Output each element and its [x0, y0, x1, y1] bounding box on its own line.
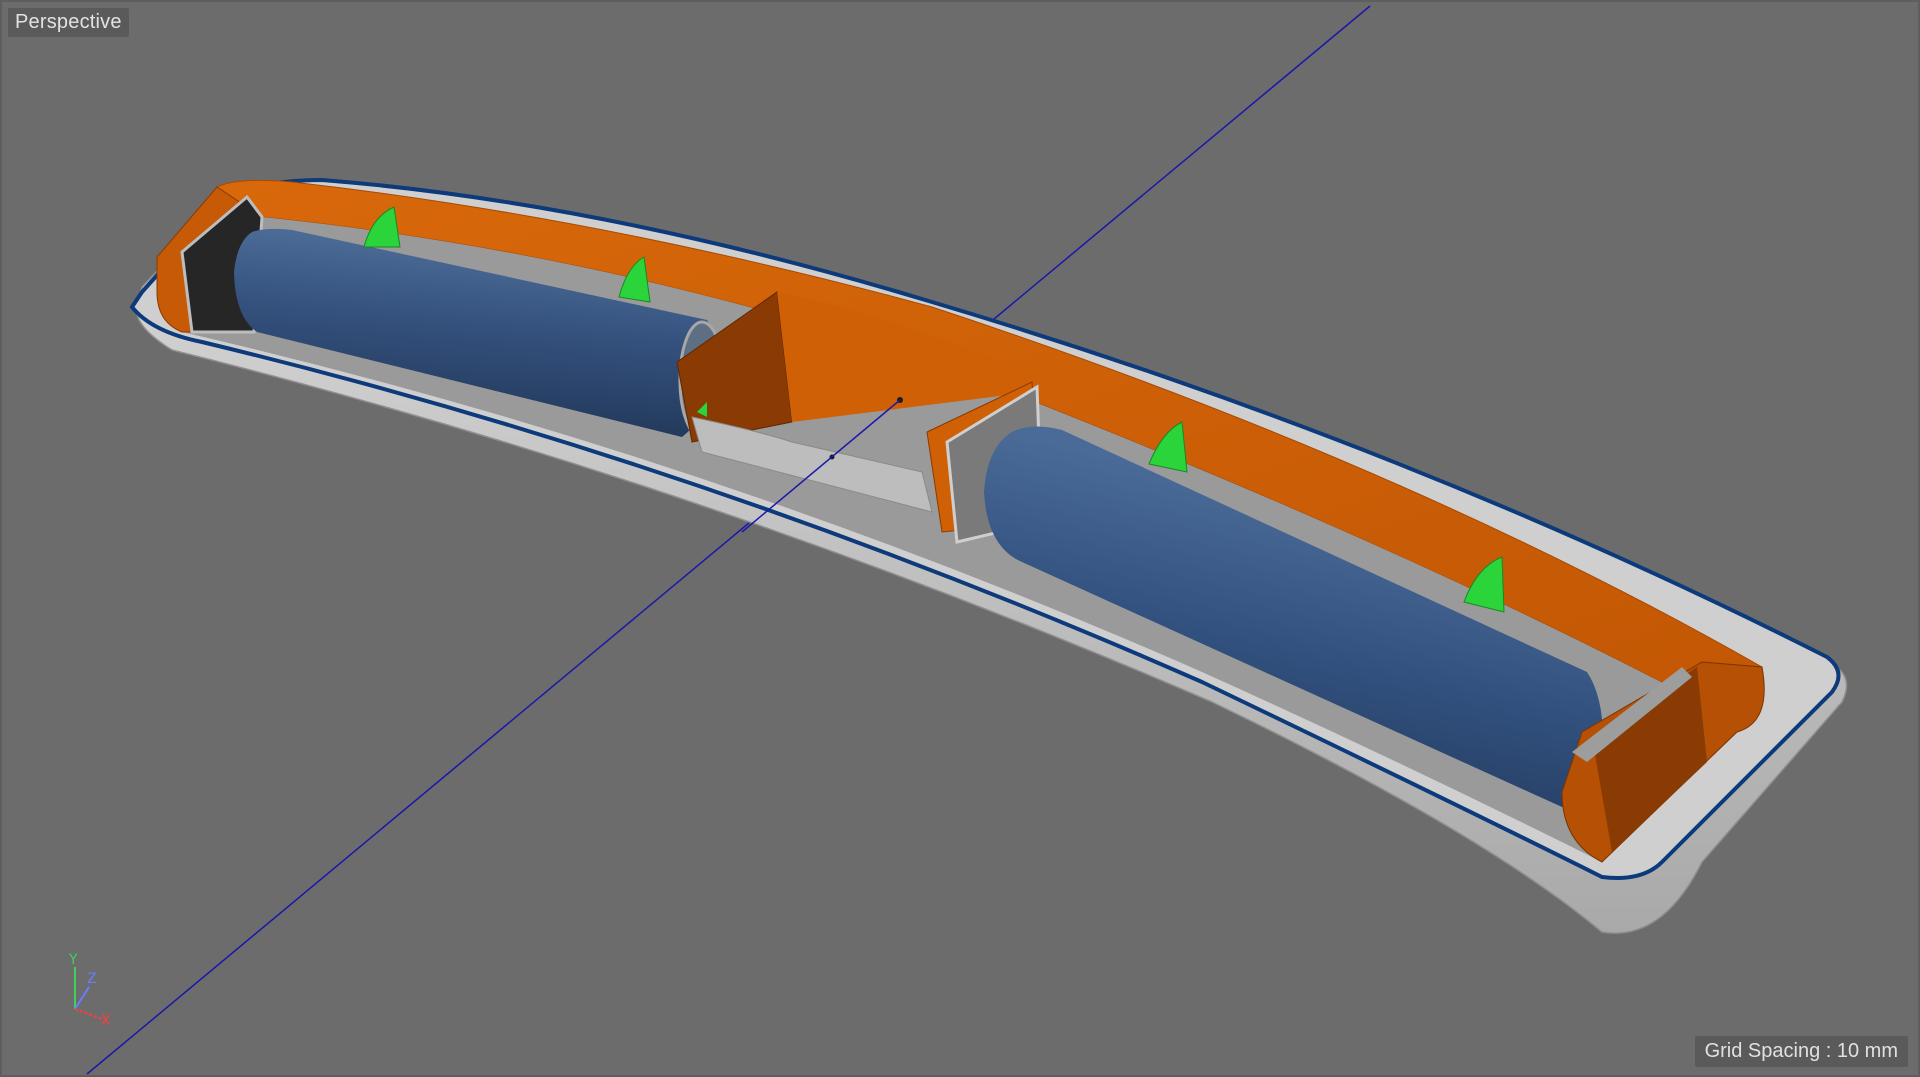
axis-triad-icon: Y Z X — [68, 952, 111, 1027]
view-name-label[interactable]: Perspective — [8, 8, 129, 37]
grid-spacing-label: Grid Spacing : 10 mm — [1694, 1036, 1908, 1067]
axis-x-line — [74, 1008, 103, 1020]
axis-z-line — [74, 986, 90, 1010]
3d-viewport[interactable]: Perspective Y Z X Grid Spacing : 10 mm — [0, 0, 1920, 1077]
model-scene[interactable] — [2, 2, 1920, 1077]
axis-z-label: Z — [87, 971, 97, 987]
axis-x-label: X — [101, 1013, 111, 1027]
axis-y-label: Y — [68, 952, 78, 968]
